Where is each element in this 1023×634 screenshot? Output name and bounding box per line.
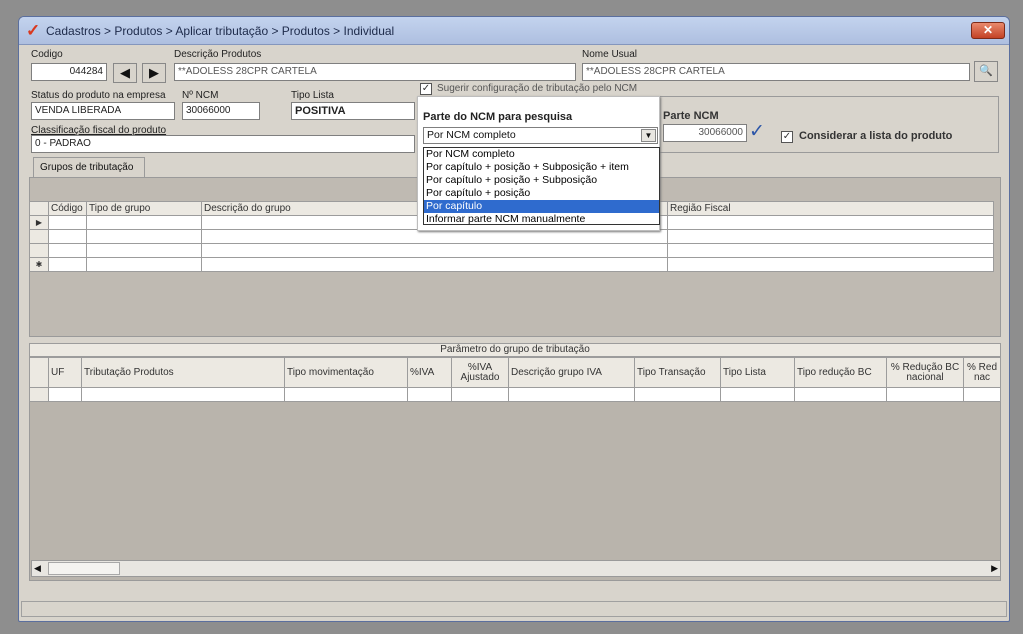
option-ncm-completo[interactable]: Por NCM completo bbox=[424, 148, 659, 161]
tipo-lista-label: Tipo Lista bbox=[291, 90, 334, 101]
classificacao-field[interactable]: 0 - PADRAO bbox=[31, 135, 415, 153]
parametro-grid-title: Parâmetro do grupo de tributação bbox=[29, 343, 1001, 357]
col-descricao-grupo-iva[interactable]: Descrição grupo IVA bbox=[508, 357, 635, 388]
chevron-down-icon[interactable]: ▼ bbox=[641, 129, 656, 142]
col-iva[interactable]: %IVA bbox=[407, 357, 452, 388]
status-field[interactable]: VENDA LIBERADA bbox=[31, 102, 175, 120]
parametro-grid: UF Tributação Produtos Tipo movimentação… bbox=[29, 357, 1001, 402]
option-capitulo-posicao[interactable]: Por capítulo + posição bbox=[424, 187, 659, 200]
descricao-field[interactable]: **ADOLESS 28CPR CARTELA bbox=[174, 63, 576, 81]
select-value: Por NCM completo bbox=[427, 129, 516, 141]
confirm-check-icon[interactable]: ✓ bbox=[749, 120, 765, 143]
new-row-indicator-icon: ✱ bbox=[29, 257, 49, 272]
col-iva-ajustado[interactable]: %IVA Ajustado bbox=[451, 357, 509, 388]
ncm-search-popup: Parte do NCM para pesquisa Por NCM compl… bbox=[417, 96, 660, 231]
table-row[interactable] bbox=[29, 387, 1001, 402]
col-tipo-grupo[interactable]: Tipo de grupo bbox=[86, 201, 202, 216]
col-red-nac[interactable]: % Red nac bbox=[963, 357, 1001, 388]
title-bar: ✓ Cadastros > Produtos > Aplicar tributa… bbox=[19, 17, 1009, 45]
option-informar-manualmente[interactable]: Informar parte NCM manualmente bbox=[424, 213, 659, 226]
col-tipo-transacao[interactable]: Tipo Transação bbox=[634, 357, 721, 388]
codigo-label: Codigo bbox=[31, 49, 63, 60]
scroll-left-icon[interactable]: ◀ bbox=[34, 563, 41, 574]
tab-grupos-tributacao[interactable]: Grupos de tributação bbox=[33, 157, 145, 177]
app-check-icon: ✓ bbox=[26, 21, 41, 40]
close-button[interactable]: ✕ bbox=[971, 22, 1005, 39]
options-list: Por NCM completo Por capítulo + posição … bbox=[423, 147, 660, 225]
current-row-indicator-icon: ▶ bbox=[29, 215, 49, 230]
option-capitulo-posicao-subposicao-item[interactable]: Por capítulo + posição + Subposição + it… bbox=[424, 161, 659, 174]
col-regiao-fiscal[interactable]: Região Fiscal bbox=[667, 201, 994, 216]
nome-usual-label: Nome Usual bbox=[582, 49, 638, 60]
option-capitulo-posicao-subposicao[interactable]: Por capítulo + posição + Subposição bbox=[424, 174, 659, 187]
col-uf[interactable]: UF bbox=[48, 357, 82, 388]
search-icon[interactable]: 🔍 bbox=[974, 61, 998, 82]
col-tipo-reducao-bc[interactable]: Tipo redução BC bbox=[794, 357, 887, 388]
parte-ncm-pesquisa-select[interactable]: Por NCM completo ▼ bbox=[423, 127, 658, 144]
status-bar bbox=[21, 601, 1007, 617]
parte-ncm-pesquisa-label: Parte do NCM para pesquisa bbox=[423, 111, 573, 123]
table-row[interactable]: ✱ bbox=[29, 257, 994, 272]
previous-arrow-button[interactable]: ◀ bbox=[113, 63, 137, 83]
nome-usual-field[interactable]: **ADOLESS 28CPR CARTELA bbox=[582, 63, 970, 81]
ncm-label: Nº NCM bbox=[182, 90, 219, 101]
descricao-label: Descrição Produtos bbox=[174, 49, 262, 60]
considerar-checkbox[interactable]: ✓ bbox=[781, 131, 793, 143]
col-tipo-movimentacao[interactable]: Tipo movimentação bbox=[284, 357, 408, 388]
table-row[interactable] bbox=[29, 243, 994, 258]
col-tipo-lista[interactable]: Tipo Lista bbox=[720, 357, 795, 388]
window-title: Cadastros > Produtos > Aplicar tributaçã… bbox=[46, 24, 395, 38]
sugerir-label: Sugerir configuração de tributação pelo … bbox=[437, 83, 638, 94]
sugerir-checkbox[interactable]: ✓ bbox=[420, 83, 432, 95]
tipo-lista-field[interactable]: POSITIVA bbox=[291, 102, 415, 120]
scroll-right-icon[interactable]: ▶ bbox=[991, 563, 998, 574]
col-tributacao-produtos[interactable]: Tributação Produtos bbox=[81, 357, 285, 388]
parte-ncm-field[interactable]: 30066000 bbox=[663, 124, 747, 142]
scrollbar-thumb[interactable] bbox=[48, 562, 120, 575]
col-reducao-bc-nacional[interactable]: % Redução BC nacional bbox=[886, 357, 964, 388]
table-row[interactable] bbox=[29, 229, 994, 244]
codigo-field[interactable]: 044284 bbox=[31, 63, 107, 81]
col-codigo[interactable]: Código bbox=[48, 201, 87, 216]
next-arrow-button[interactable]: ▶ bbox=[142, 63, 166, 83]
considerar-label: Considerar a lista do produto bbox=[799, 130, 953, 142]
option-capitulo[interactable]: Por capítulo bbox=[424, 200, 659, 213]
parte-ncm-label: Parte NCM bbox=[663, 110, 719, 122]
horizontal-scrollbar[interactable]: ◀ ▶ bbox=[31, 560, 1001, 577]
ncm-field[interactable]: 30066000 bbox=[182, 102, 260, 120]
status-label: Status do produto na empresa bbox=[31, 90, 166, 101]
